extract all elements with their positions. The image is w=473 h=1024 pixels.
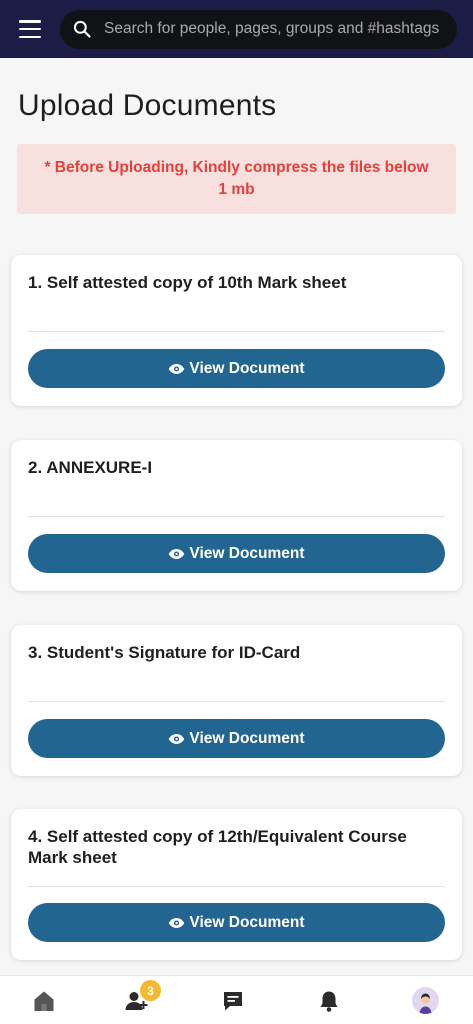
document-title: 4. Self attested copy of 12th/Equivalent… bbox=[28, 827, 407, 867]
document-card: 2. ANNEXURE-I View Document bbox=[11, 440, 462, 591]
document-card: 4. Self attested copy of 12th/Equivalent… bbox=[11, 809, 462, 960]
document-card: 3. Student's Signature for ID-Card View … bbox=[11, 625, 462, 776]
view-document-button[interactable]: View Document bbox=[28, 534, 445, 573]
friend-requests-badge: 3 bbox=[140, 980, 161, 1001]
eye-icon bbox=[169, 363, 185, 374]
card-divider bbox=[28, 516, 445, 517]
view-document-label: View Document bbox=[189, 544, 305, 562]
view-document-button[interactable]: View Document bbox=[28, 903, 445, 942]
eye-icon bbox=[169, 548, 185, 559]
page-title: Upload Documents bbox=[18, 89, 277, 122]
view-document-label: View Document bbox=[189, 729, 305, 747]
messages-icon[interactable] bbox=[218, 986, 248, 1016]
top-bar bbox=[0, 0, 473, 58]
document-card: 1. Self attested copy of 10th Mark sheet… bbox=[11, 255, 462, 406]
card-divider bbox=[28, 331, 445, 332]
search-bar[interactable] bbox=[60, 9, 457, 49]
profile-avatar[interactable] bbox=[412, 987, 439, 1014]
document-title: 1. Self attested copy of 10th Mark sheet bbox=[28, 273, 347, 292]
search-input[interactable] bbox=[104, 20, 444, 38]
home-icon[interactable] bbox=[29, 986, 59, 1016]
view-document-button[interactable]: View Document bbox=[28, 719, 445, 758]
view-document-label: View Document bbox=[189, 913, 305, 931]
document-title: 2. ANNEXURE-I bbox=[28, 458, 153, 477]
eye-icon bbox=[169, 917, 185, 928]
view-document-label: View Document bbox=[189, 359, 305, 377]
eye-icon bbox=[169, 733, 185, 744]
bottom-navigation: 3 bbox=[0, 975, 473, 1024]
notifications-icon[interactable] bbox=[314, 986, 344, 1016]
menu-icon[interactable] bbox=[19, 20, 41, 38]
compression-notice: * Before Uploading, Kindly compress the … bbox=[17, 144, 456, 214]
view-document-button[interactable]: View Document bbox=[28, 349, 445, 388]
document-title: 3. Student's Signature for ID-Card bbox=[28, 643, 301, 662]
card-divider bbox=[28, 886, 445, 887]
search-icon bbox=[73, 20, 91, 38]
card-divider bbox=[28, 701, 445, 702]
